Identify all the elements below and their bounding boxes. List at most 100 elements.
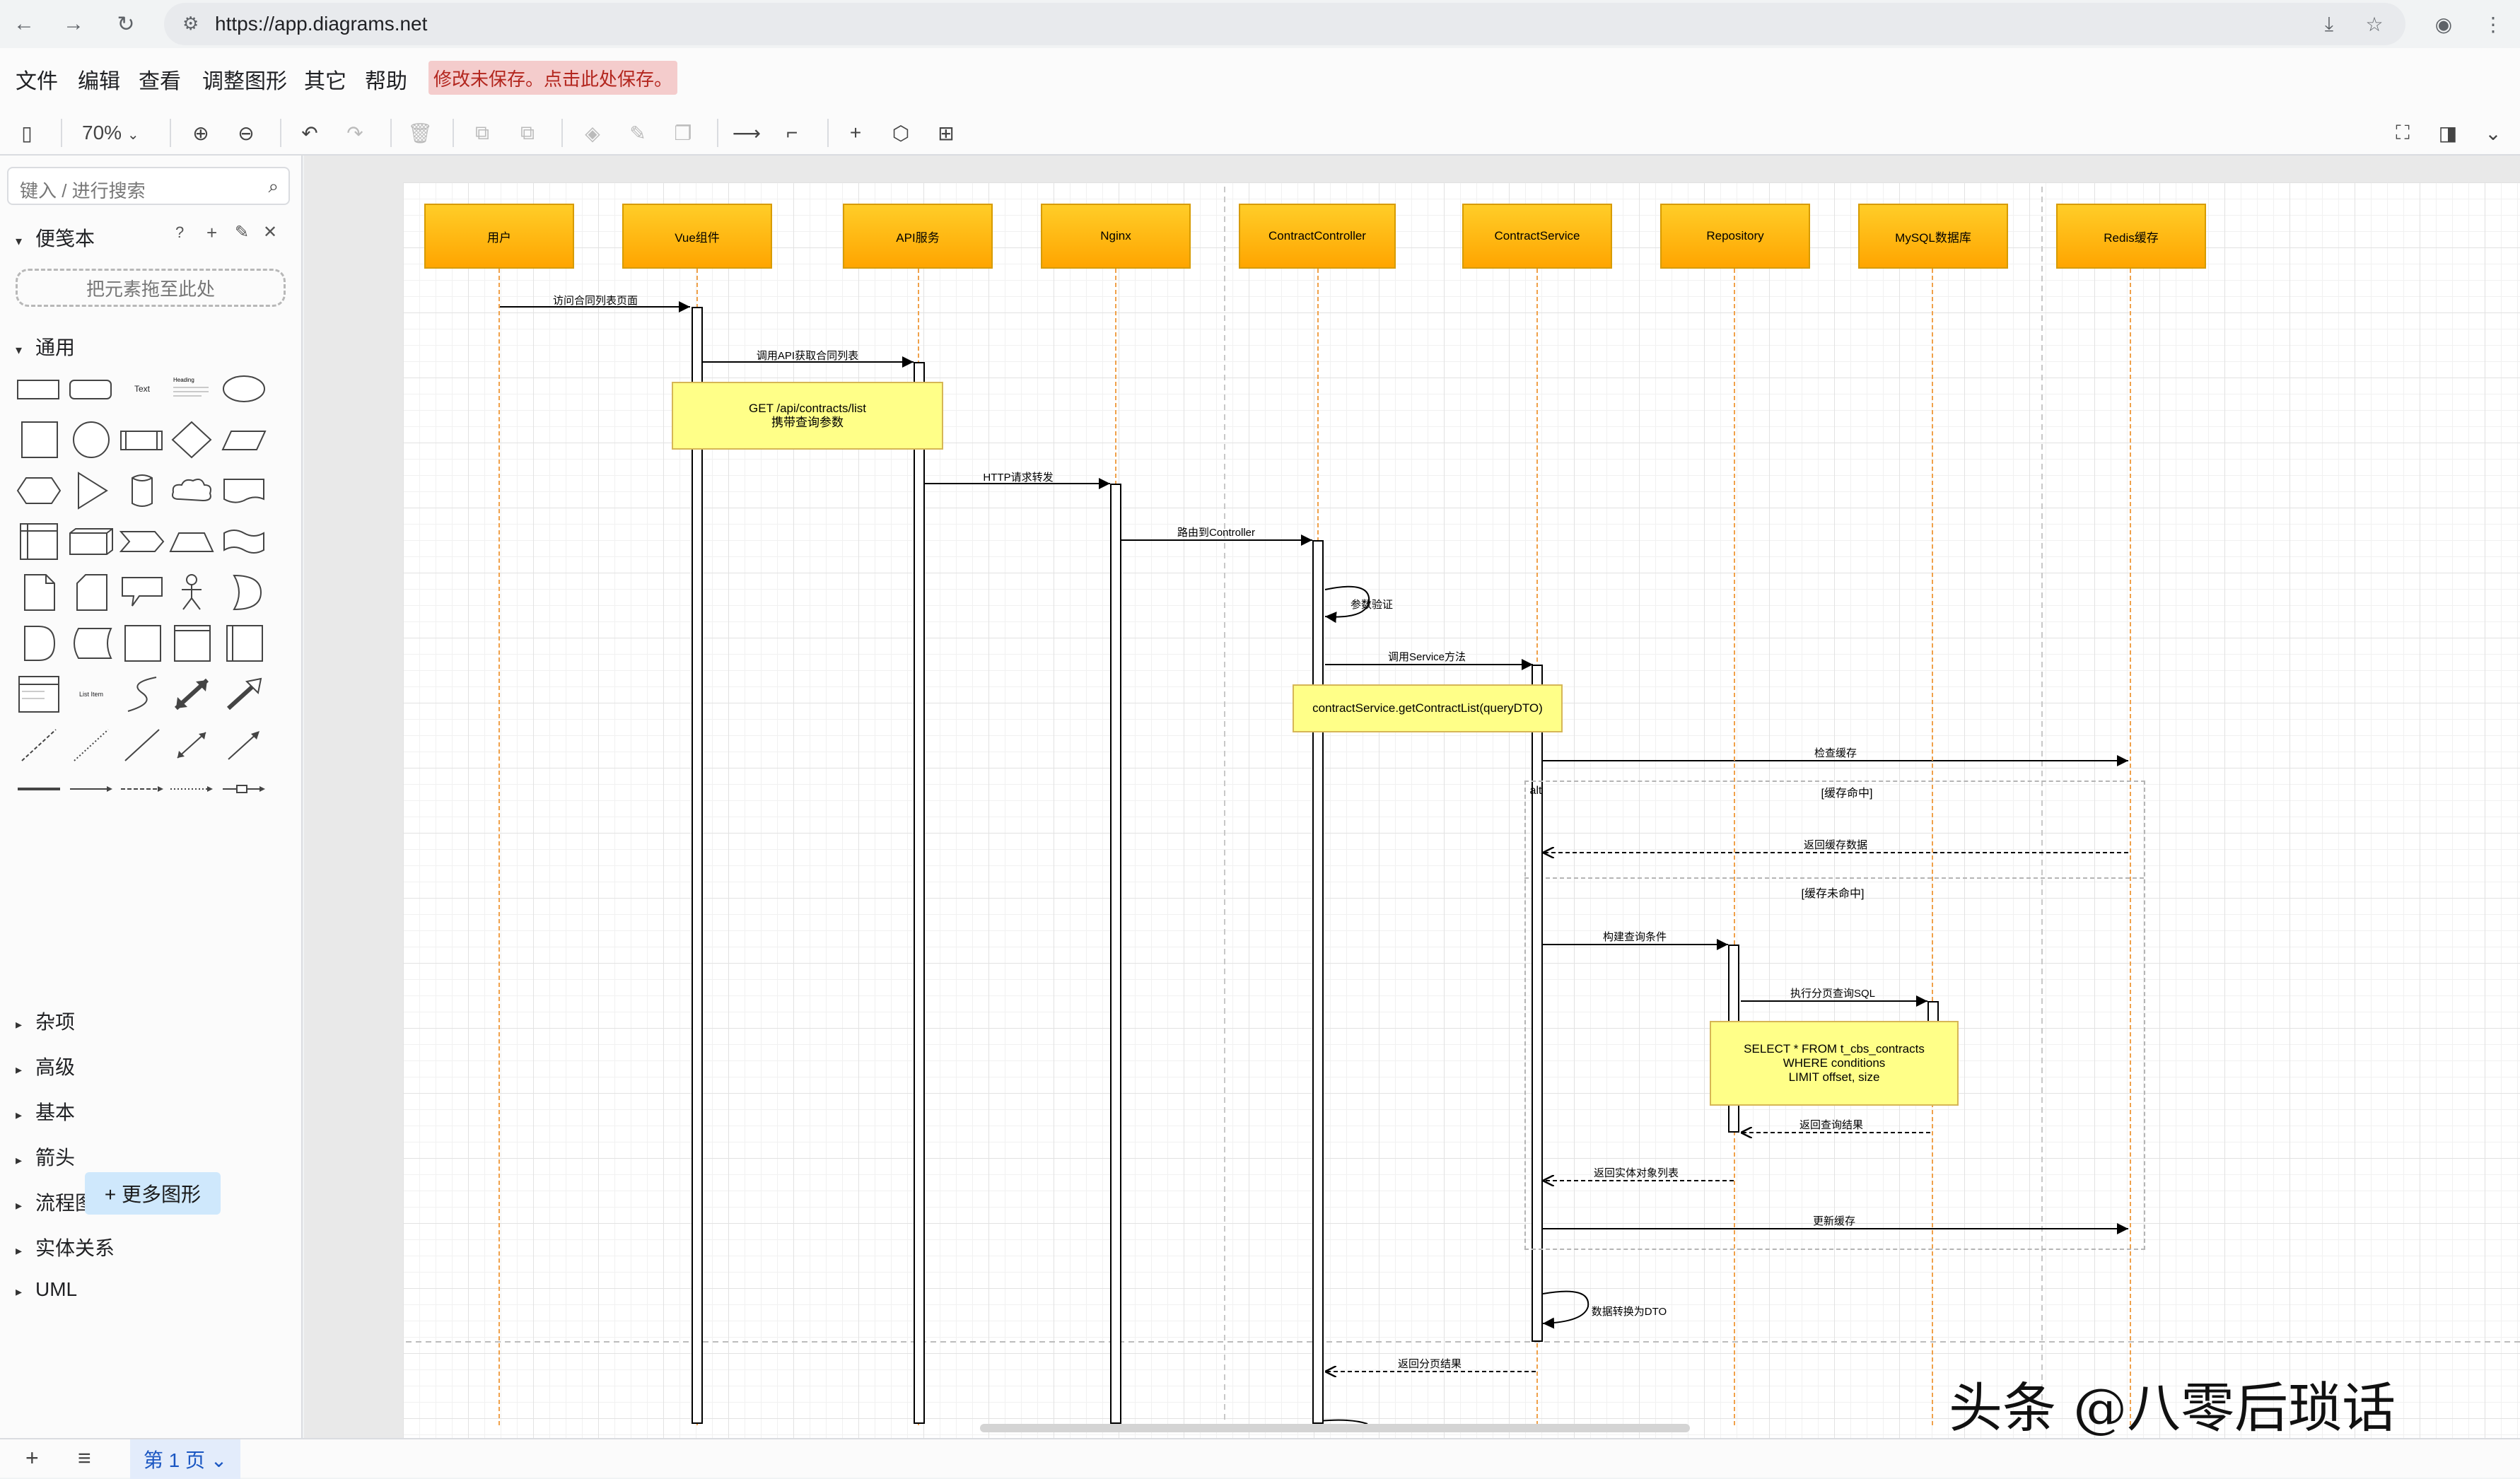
- cylinder-shape[interactable]: [117, 469, 167, 512]
- connection-icon[interactable]: ⟶: [731, 117, 762, 148]
- connector-with-label-shape[interactable]: [219, 768, 269, 810]
- note-shape[interactable]: [14, 571, 64, 614]
- actor-mysql[interactable]: MySQL数据库: [1858, 204, 2008, 269]
- browser-menu-icon[interactable]: ⋮: [2478, 8, 2509, 40]
- message-label[interactable]: 参数验证: [1351, 597, 1393, 612]
- data-storage-shape[interactable]: [66, 622, 116, 665]
- activation-bar[interactable]: [692, 307, 703, 1424]
- message-label[interactable]: 调用API获取合同列表: [757, 348, 858, 363]
- bidirectional-connector-shape[interactable]: [167, 724, 216, 766]
- scratchpad-header[interactable]: ▾ 便笺本: [16, 223, 95, 252]
- text-shape[interactable]: Text: [117, 368, 167, 410]
- message-label[interactable]: 数据转换为DTO: [1592, 1304, 1667, 1319]
- menu-file[interactable]: 文件: [16, 64, 58, 95]
- reload-icon[interactable]: ↻: [110, 8, 141, 40]
- waypoints-icon[interactable]: ⌐: [776, 117, 807, 148]
- to-back-icon[interactable]: ⧉: [512, 117, 543, 148]
- activation-bar[interactable]: [1110, 484, 1121, 1424]
- more-shapes-button[interactable]: + 更多图形: [85, 1172, 221, 1215]
- line-shape[interactable]: [117, 724, 167, 766]
- lane-shape[interactable]: [219, 622, 269, 665]
- list-item-shape[interactable]: List Item: [66, 673, 116, 715]
- help-icon[interactable]: ?: [175, 223, 184, 242]
- dashed-arrow-shape[interactable]: [117, 768, 167, 810]
- zoom-in-icon[interactable]: ⊕: [185, 117, 216, 148]
- message-label[interactable]: 返回查询结果: [1799, 1117, 1863, 1132]
- site-settings-icon[interactable]: ⚙: [182, 13, 199, 35]
- page-tab-1[interactable]: 第 1 页 ⌄: [130, 1439, 240, 1479]
- pages-menu-icon[interactable]: ≡: [78, 1445, 91, 1471]
- close-icon[interactable]: ✕: [263, 222, 277, 242]
- add-page-icon[interactable]: +: [25, 1445, 39, 1471]
- menu-edit[interactable]: 编辑: [78, 64, 120, 95]
- category-flowchart[interactable]: ▸ 流程图: [16, 1188, 95, 1216]
- actor-redis[interactable]: Redis缓存: [2056, 204, 2206, 269]
- profile-icon[interactable]: ◉: [2428, 8, 2459, 40]
- fill-color-icon[interactable]: ◈: [577, 117, 608, 148]
- zoom-level[interactable]: 70% ⌄: [82, 122, 139, 144]
- to-front-icon[interactable]: ⧉: [467, 117, 498, 148]
- line-color-icon[interactable]: ✎: [622, 117, 653, 148]
- delete-icon[interactable]: 🗑: [404, 117, 436, 148]
- message-label[interactable]: 构建查询条件: [1603, 929, 1667, 944]
- actor-contract-service[interactable]: ContractService: [1462, 204, 1612, 269]
- message-label[interactable]: 返回实体对象列表: [1594, 1165, 1679, 1180]
- internal-storage-shape[interactable]: [14, 520, 64, 563]
- link-arrow-shape[interactable]: [66, 768, 116, 810]
- bookmark-star-icon[interactable]: ☆: [2359, 8, 2390, 40]
- process-shape[interactable]: [117, 419, 167, 461]
- list-shape[interactable]: [14, 673, 64, 715]
- add-icon[interactable]: +: [206, 222, 217, 244]
- arrow-shape[interactable]: [219, 673, 269, 715]
- url-text[interactable]: https://app.diagrams.net: [215, 13, 427, 35]
- cube-shape[interactable]: [66, 520, 116, 563]
- dotted-line-shape[interactable]: [66, 724, 116, 766]
- tape-shape[interactable]: [219, 520, 269, 563]
- format-panel-icon[interactable]: ◨: [2432, 117, 2463, 148]
- ellipse-shape[interactable]: [219, 368, 269, 410]
- shape-search-input[interactable]: 键入 / 进行搜索 ⌕: [7, 167, 290, 205]
- fullscreen-icon[interactable]: ⛶: [2387, 117, 2418, 148]
- square-alt-shape[interactable]: [117, 622, 167, 665]
- bidirectional-arrow-shape[interactable]: [167, 673, 216, 715]
- zoom-out-icon[interactable]: ⊖: [231, 117, 262, 148]
- diagram-page[interactable]: [403, 182, 2520, 1438]
- actor-repository[interactable]: Repository: [1660, 204, 1810, 269]
- category-uml[interactable]: ▸ UML: [16, 1278, 77, 1301]
- activation-bar[interactable]: [1312, 540, 1324, 1424]
- collapse-toolbar-icon[interactable]: ⌄: [2478, 117, 2509, 148]
- rectangle-shape[interactable]: [14, 368, 64, 410]
- step-shape[interactable]: [117, 520, 167, 563]
- and-shape[interactable]: [14, 622, 64, 665]
- category-basic[interactable]: ▸ 基本: [16, 1097, 75, 1126]
- circle-shape[interactable]: [66, 419, 116, 461]
- message-label[interactable]: 返回分页结果: [1398, 1356, 1462, 1371]
- container-shape[interactable]: [167, 622, 216, 665]
- menu-view[interactable]: 查看: [139, 64, 181, 95]
- trapezoid-shape[interactable]: [167, 520, 216, 563]
- menu-arrange[interactable]: 调整图形: [202, 64, 287, 95]
- actor-nginx[interactable]: Nginx: [1041, 204, 1191, 269]
- document-shape[interactable]: [219, 469, 269, 512]
- hexagon-shape[interactable]: [14, 469, 64, 512]
- thick-link-shape[interactable]: [14, 768, 64, 810]
- directional-connector-shape[interactable]: [219, 724, 269, 766]
- redo-icon[interactable]: ↷: [339, 117, 371, 148]
- general-header[interactable]: ▾ 通用: [16, 332, 75, 361]
- cloud-shape[interactable]: [167, 469, 216, 512]
- category-entity-relation[interactable]: ▸ 实体关系: [16, 1233, 115, 1261]
- shadow-icon[interactable]: ❐: [667, 117, 699, 148]
- undo-icon[interactable]: ↶: [294, 117, 325, 148]
- parallelogram-shape[interactable]: [219, 419, 269, 461]
- message-label[interactable]: 返回缓存数据: [1804, 837, 1867, 852]
- message-label[interactable]: 访问合同列表页面: [553, 293, 638, 308]
- search-icon[interactable]: ⌕: [268, 175, 279, 198]
- heading-shape[interactable]: Heading: [167, 368, 216, 410]
- message-label[interactable]: 更新缓存: [1813, 1213, 1855, 1228]
- sidebar-toggle-icon[interactable]: ▯: [11, 117, 42, 148]
- triangle-shape[interactable]: [66, 469, 116, 512]
- category-arrows[interactable]: ▸ 箭头: [16, 1142, 75, 1171]
- horizontal-scrollbar[interactable]: [980, 1424, 1690, 1432]
- actor-user[interactable]: 用户: [424, 204, 574, 269]
- category-advanced[interactable]: ▸ 高级: [16, 1052, 75, 1080]
